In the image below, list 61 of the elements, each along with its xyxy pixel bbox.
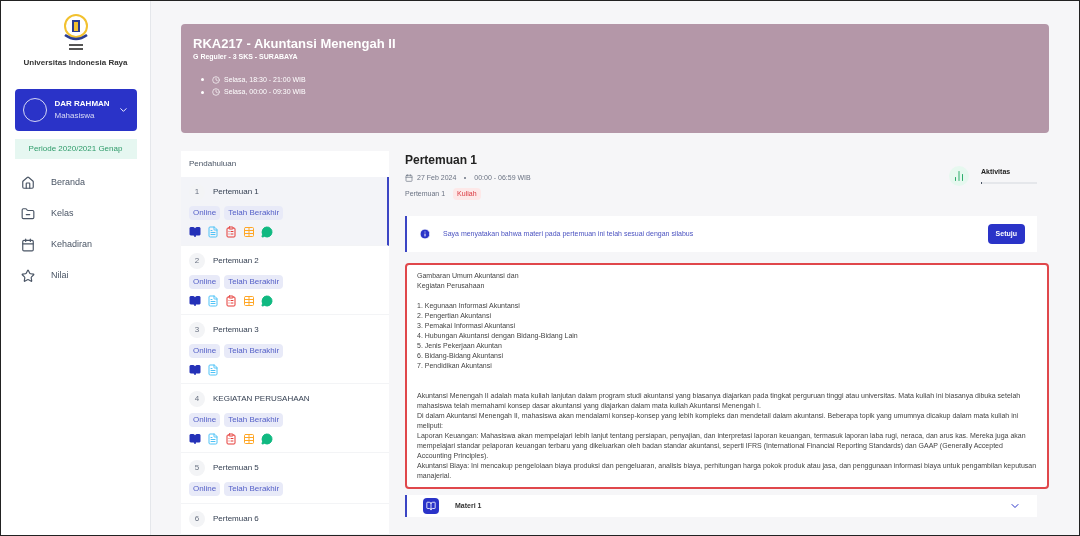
book-icon[interactable]: [189, 295, 201, 307]
book-icon[interactable]: [189, 433, 201, 445]
section-title: Pendahuluan: [188, 158, 238, 170]
folder-icon: [21, 206, 35, 221]
status-tag: Telah Berakhir: [224, 413, 284, 427]
document-icon[interactable]: [207, 226, 219, 238]
clock-icon: [212, 88, 220, 97]
document-icon[interactable]: [207, 364, 219, 376]
table-icon[interactable]: [243, 433, 255, 445]
user-role: Mahasiswa: [54, 110, 95, 122]
meeting-number: 2: [189, 253, 205, 269]
clipboard-icon[interactable]: [225, 295, 237, 307]
status-tag: Online: [189, 206, 221, 220]
meeting-title: Pertemuan 2: [213, 255, 259, 267]
nav-item[interactable]: Beranda: [1, 167, 150, 198]
status-tag: Telah Berakhir: [224, 482, 284, 496]
home-icon: [21, 175, 35, 190]
user-menu[interactable]: DAR RAHMAN Mahasiswa: [14, 89, 137, 131]
calendar-icon: [21, 237, 35, 252]
document-icon[interactable]: [207, 433, 219, 445]
course-title: RKA217 - Akuntansi Menengah II: [193, 36, 397, 52]
bullet-icon: [201, 90, 204, 94]
user-name: DAR RAHMAN: [54, 98, 110, 110]
chat-icon[interactable]: [261, 226, 273, 238]
table-icon[interactable]: [243, 226, 255, 238]
nav-item[interactable]: Kelas: [1, 198, 150, 229]
chat-icon[interactable]: [261, 433, 273, 445]
book-icon[interactable]: [189, 226, 201, 238]
status-tag: Telah Berakhir: [224, 344, 284, 358]
calendar-icon: [405, 174, 413, 183]
meeting-number: 3: [189, 322, 205, 338]
clock-icon: [212, 75, 220, 84]
document-icon[interactable]: [207, 295, 219, 307]
table-icon[interactable]: [243, 295, 255, 307]
meeting-title: Pertemuan 1: [213, 186, 259, 198]
university-name: Universitas Indonesia Raya: [23, 57, 128, 69]
status-tag: Online: [189, 413, 221, 427]
status-tag: Online: [189, 275, 221, 289]
book-icon[interactable]: [189, 364, 201, 376]
chat-icon[interactable]: [261, 295, 273, 307]
status-tag: Online: [189, 482, 221, 496]
clipboard-icon[interactable]: [225, 433, 237, 445]
status-tag: Telah Berakhir: [224, 206, 284, 220]
meeting-heading: Pertemuan 1: [405, 152, 479, 169]
nav-item[interactable]: Nilai: [1, 260, 150, 291]
nav-item[interactable]: Kehadiran: [1, 229, 150, 260]
meeting-title: KEGIATAN PERUSAHAAN: [213, 393, 310, 405]
meeting-number: 5: [189, 460, 205, 476]
meeting-number: 4: [189, 391, 205, 407]
period-label: Periode 2020/2021 Genap: [14, 139, 137, 159]
meeting-number: 6: [189, 511, 205, 527]
meeting-item[interactable]: 1 Pertemuan 1 Online Telah Berakhir: [181, 177, 389, 246]
meeting-title: Pertemuan 3: [213, 324, 259, 336]
bullet-icon: [201, 78, 204, 82]
info-icon: [419, 228, 431, 240]
meeting-title: Pertemuan 6: [213, 513, 259, 525]
status-tag: Telah Berakhir: [224, 275, 284, 289]
star-icon: [21, 268, 35, 283]
clipboard-icon[interactable]: [225, 226, 237, 238]
status-tag: Online: [189, 344, 221, 358]
meeting-title: Pertemuan 5: [213, 462, 259, 474]
